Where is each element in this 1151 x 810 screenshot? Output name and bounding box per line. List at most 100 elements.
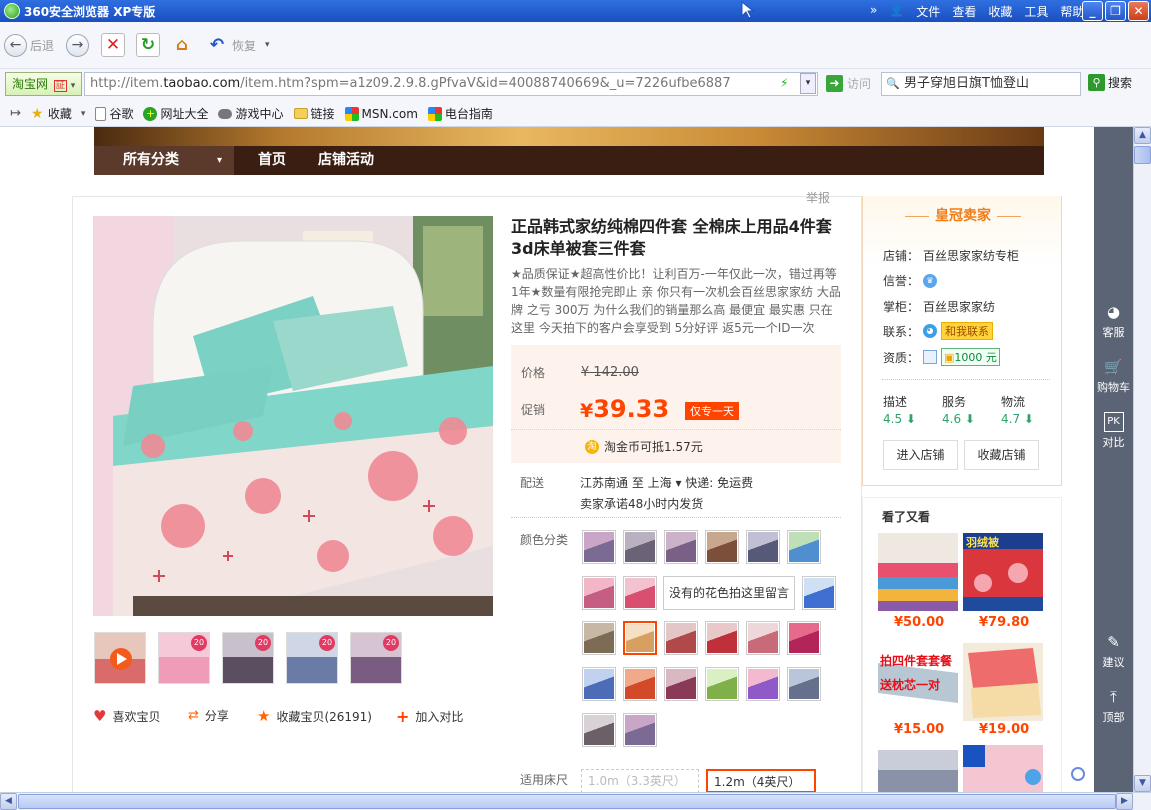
sidebar-feedback[interactable]: ✎ 建议 xyxy=(1094,632,1133,670)
color-swatch[interactable] xyxy=(623,667,657,701)
double-chevron-icon[interactable]: » xyxy=(870,3,877,20)
minimize-button[interactable]: _ xyxy=(1082,1,1103,21)
restore-button[interactable]: ↶ 恢复 ▾ xyxy=(205,33,270,57)
recommend-item-6[interactable] xyxy=(963,745,1043,792)
thumbnail-2[interactable]: 20 xyxy=(158,632,210,684)
shop-nav-home[interactable]: 首页 xyxy=(258,146,286,175)
horizontal-scroll-thumb[interactable] xyxy=(18,794,1116,809)
stop-button[interactable]: ✕ xyxy=(101,33,125,57)
color-swatch[interactable] xyxy=(582,621,616,655)
menu-tools[interactable]: 工具 xyxy=(1024,3,1048,20)
color-swatch[interactable] xyxy=(746,621,780,655)
bed-size-option-1-2m[interactable]: 1.2m（4英尺）床 xyxy=(706,769,816,810)
leave-message-option[interactable]: 没有的花色拍这里留言 xyxy=(663,576,795,610)
sidebar-compare[interactable]: PK 对比 xyxy=(1094,412,1133,450)
thumbnail-4[interactable]: 20 xyxy=(286,632,338,684)
lightning-icon[interactable]: ⚡ xyxy=(780,76,788,90)
site-identity-button[interactable]: 淘宝网 証 ▾ xyxy=(5,72,82,96)
fav-item-directory[interactable]: + 网址大全 xyxy=(143,105,208,122)
chevron-down-icon[interactable]: ▾ xyxy=(81,109,86,119)
back-button[interactable]: ← 后退 xyxy=(4,33,54,57)
share-button[interactable]: ⇄ 分享 xyxy=(188,707,229,724)
color-swatch[interactable] xyxy=(623,530,657,564)
color-swatch[interactable] xyxy=(664,667,698,701)
menu-help[interactable]: 帮助 xyxy=(1060,3,1084,20)
scroll-down-icon[interactable]: ▼ xyxy=(1134,775,1151,792)
fav-item-radio[interactable]: 电台指南 xyxy=(427,105,493,122)
vertical-scrollbar[interactable]: ▲ ▼ xyxy=(1133,127,1151,792)
fav-item-google[interactable]: 谷歌 xyxy=(95,105,133,122)
sidebar-customer-service[interactable]: ◕ 客服 xyxy=(1094,302,1133,340)
fav-item-collect[interactable]: ★ 收藏 ▾ xyxy=(31,105,86,122)
close-window-button[interactable]: ✕ xyxy=(1128,1,1149,21)
menu-file[interactable]: 文件 xyxy=(916,3,940,20)
recommend-item-3[interactable]: 拍四件套套餐 送枕芯一对 xyxy=(878,643,958,721)
search-engine-icon[interactable]: 🔍 xyxy=(886,73,900,95)
color-swatch[interactable] xyxy=(582,667,616,701)
color-swatch[interactable] xyxy=(746,530,780,564)
color-swatch[interactable] xyxy=(623,621,657,655)
user-icon[interactable]: 👤 xyxy=(889,3,904,20)
fav-item-links[interactable]: 链接 xyxy=(293,105,335,122)
address-bar[interactable]: http://item.taobao.com/item.htm?spm=a1z0… xyxy=(84,72,818,96)
sidebar-cart[interactable]: 🛒 购物车 xyxy=(1094,357,1133,395)
color-swatch[interactable] xyxy=(582,713,616,747)
url-dropdown-icon[interactable]: ▾ xyxy=(800,73,816,94)
dropdown-arrow-icon[interactable]: ▾ xyxy=(265,40,270,50)
color-swatch[interactable] xyxy=(787,667,821,701)
deposit-badge[interactable]: ▣1000 元 xyxy=(941,348,1000,366)
favorite-shop-button[interactable]: 收藏店铺 xyxy=(964,440,1039,470)
maximize-button[interactable]: ❐ xyxy=(1105,1,1126,21)
fav-item-msn[interactable]: MSN.com xyxy=(344,106,418,121)
color-swatch[interactable] xyxy=(582,576,616,610)
search-input[interactable]: 🔍 男子穿旭日旗T恤登山 xyxy=(881,72,1081,96)
vertical-scroll-thumb[interactable] xyxy=(1134,146,1151,164)
all-categories-menu[interactable]: 所有分类 ▾ xyxy=(94,146,234,175)
horizontal-scrollbar[interactable]: ◀ ▶ xyxy=(0,792,1151,810)
recommend-item-2[interactable]: 羽绒被 xyxy=(963,533,1043,611)
sidebar-toggle-icon[interactable]: ↦ xyxy=(10,106,21,121)
compare-button[interactable]: + 加入对比 xyxy=(396,707,463,726)
sidebar-back-to-top[interactable]: ⤒ 顶部 xyxy=(1094,687,1133,725)
thumbnail-video[interactable] xyxy=(94,632,146,684)
collect-item-button[interactable]: ★ 收藏宝贝(26191) xyxy=(257,707,372,725)
report-link[interactable]: 举报 xyxy=(806,189,830,206)
crown-icon[interactable]: ♛ xyxy=(923,273,938,288)
menu-favorites[interactable]: 收藏 xyxy=(988,3,1012,20)
color-swatch[interactable] xyxy=(623,713,657,747)
shop-name[interactable]: 百丝思家家纺专柜 xyxy=(923,247,1019,264)
color-swatch[interactable] xyxy=(746,667,780,701)
scroll-up-icon[interactable]: ▲ xyxy=(1134,127,1151,144)
like-button[interactable]: ♥ 喜欢宝贝 xyxy=(93,707,160,725)
thumbnail-5[interactable]: 20 xyxy=(350,632,402,684)
bed-size-option-1m[interactable]: 1.0m（3.3英尺）床 xyxy=(581,769,699,810)
go-button[interactable]: ➜ 访问 xyxy=(826,75,871,92)
id-card-icon[interactable] xyxy=(923,350,938,364)
color-swatch[interactable] xyxy=(802,576,836,610)
scroll-right-icon[interactable]: ▶ xyxy=(1116,793,1133,810)
fav-item-games[interactable]: 游戏中心 xyxy=(218,105,284,122)
color-swatch[interactable] xyxy=(623,576,657,610)
home-button[interactable]: ⌂ xyxy=(170,33,194,57)
color-swatch[interactable] xyxy=(705,530,739,564)
menu-view[interactable]: 查看 xyxy=(952,3,976,20)
color-swatch[interactable] xyxy=(705,621,739,655)
color-swatch[interactable] xyxy=(664,621,698,655)
settings-gear-icon[interactable] xyxy=(1071,767,1085,781)
contact-seller-button[interactable]: 和我联系 xyxy=(941,322,994,340)
forward-button[interactable]: → xyxy=(66,33,89,57)
refresh-button[interactable]: ↻ xyxy=(136,33,160,57)
recommend-item-4[interactable] xyxy=(963,643,1043,721)
color-swatch[interactable] xyxy=(705,667,739,701)
thumbnail-3[interactable]: 20 xyxy=(222,632,274,684)
color-swatch[interactable] xyxy=(787,621,821,655)
shipping-route[interactable]: 江苏南通 至 上海 ▾ 快递: 免运费 xyxy=(580,474,753,491)
scroll-left-icon[interactable]: ◀ xyxy=(0,793,17,810)
recommend-item-5[interactable] xyxy=(878,750,958,792)
color-swatch[interactable] xyxy=(582,530,616,564)
recommend-item-1[interactable] xyxy=(878,533,958,611)
color-swatch[interactable] xyxy=(787,530,821,564)
search-button[interactable]: ⚲ 搜索 xyxy=(1088,74,1132,91)
enter-shop-button[interactable]: 进入店铺 xyxy=(883,440,958,470)
shop-nav-activities[interactable]: 店铺活动 xyxy=(318,146,374,175)
